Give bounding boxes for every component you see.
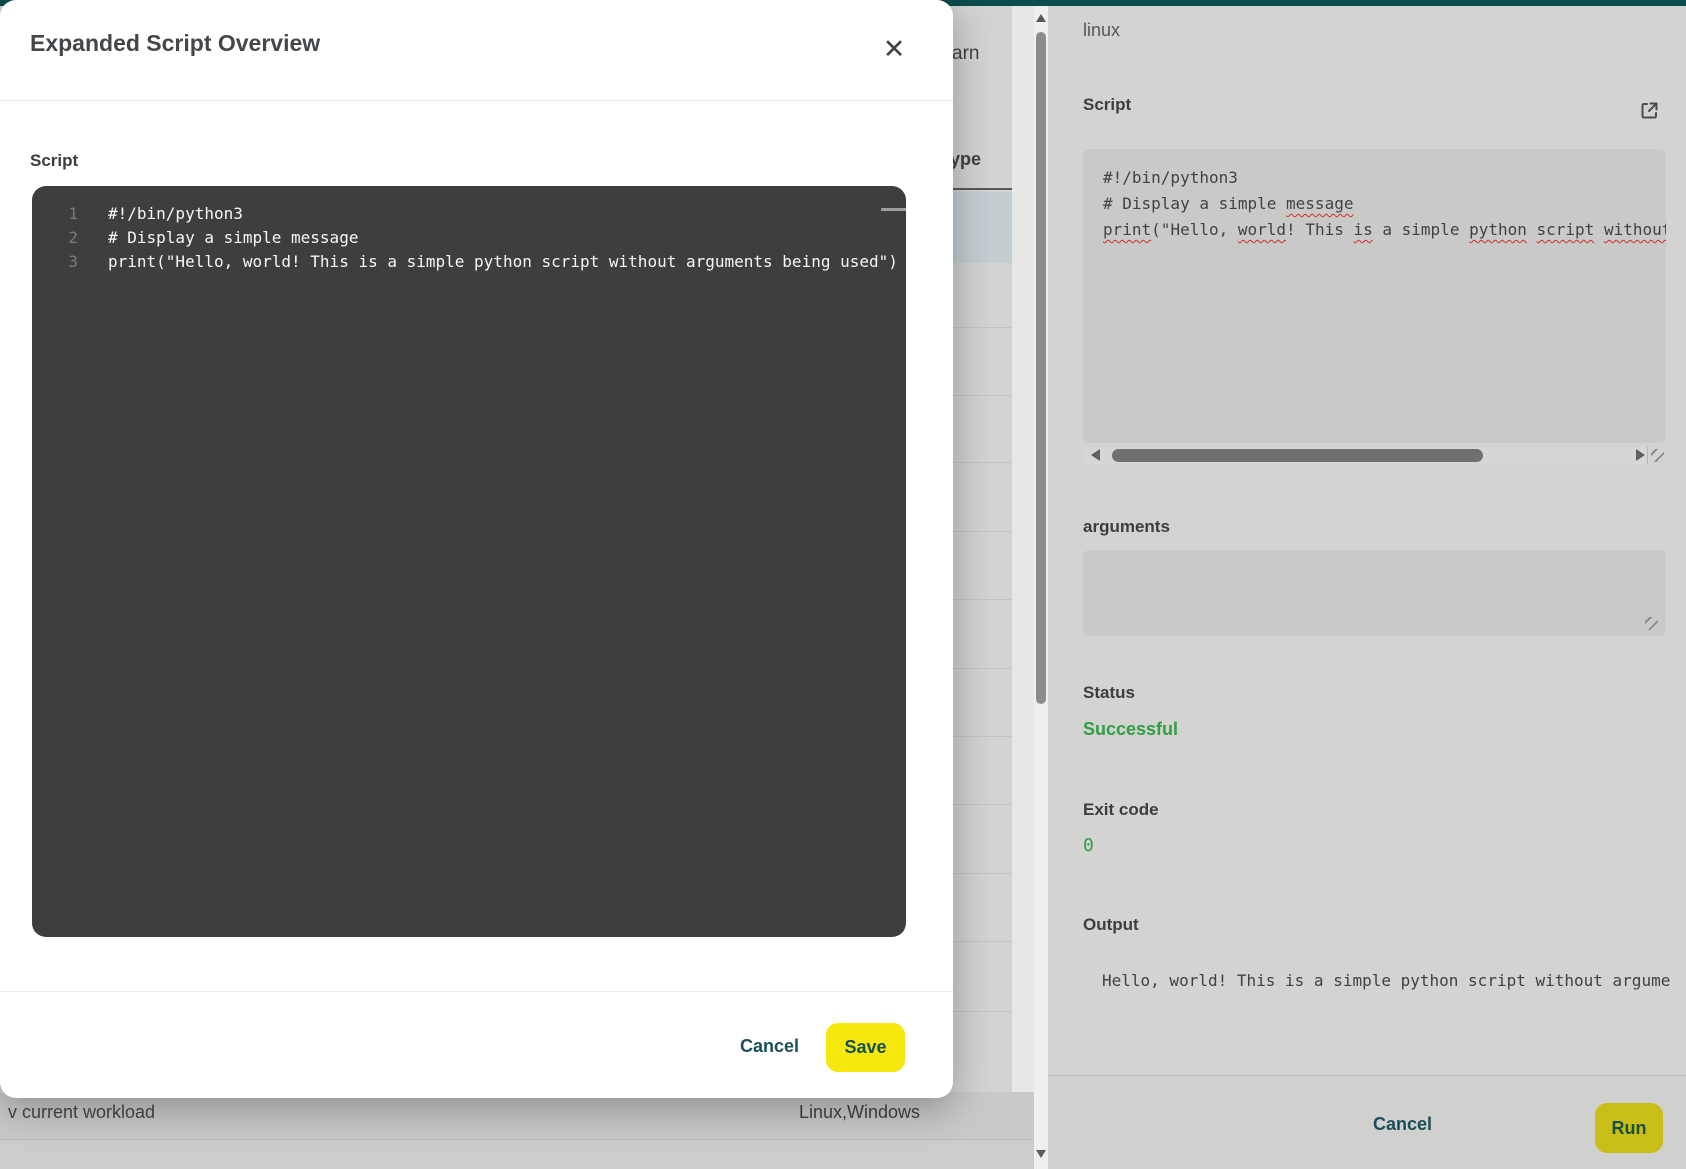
table-edge-gap: [1012, 6, 1034, 1169]
output-label: Output: [1083, 915, 1139, 935]
horizontal-scrollbar-thumb[interactable]: [1112, 449, 1483, 462]
script-detail-panel: linux Script #!/bin/python3 # Display a …: [1048, 6, 1686, 1169]
os-value: linux: [1083, 20, 1120, 41]
run-button[interactable]: Run: [1595, 1103, 1663, 1153]
scroll-left-arrow-icon[interactable]: [1091, 449, 1100, 461]
panel-footer: Cancel Run: [1048, 1076, 1686, 1169]
code-line: 3print("Hello, world! This is a simple p…: [32, 250, 906, 274]
line-number: 3: [32, 250, 78, 274]
output-text: Hello, world! This is a simple python sc…: [1102, 971, 1670, 990]
modal-header-divider: [0, 100, 953, 101]
code-line: 2# Display a simple message: [32, 226, 906, 250]
status-value: Successful: [1083, 719, 1178, 740]
modal-footer-divider: [0, 991, 953, 992]
line-number: 1: [32, 202, 78, 226]
scroll-down-arrow-icon[interactable]: [1036, 1150, 1046, 1158]
script-code-editor[interactable]: 1#!/bin/python32# Display a simple messa…: [32, 186, 906, 937]
modal-title: Expanded Script Overview: [30, 30, 320, 57]
resize-grip-icon[interactable]: [1645, 617, 1658, 630]
save-button[interactable]: Save: [826, 1023, 905, 1072]
code-text: #!/bin/python3: [78, 202, 243, 226]
status-label: Status: [1083, 683, 1135, 703]
exit-code-label: Exit code: [1083, 800, 1159, 820]
resize-grip-icon[interactable]: [1651, 449, 1664, 462]
screen: arn ype v current workload Linux,Windows…: [0, 0, 1686, 1169]
page-vertical-scrollbar[interactable]: [1034, 6, 1048, 1169]
exit-code-value: 0: [1083, 835, 1094, 856]
script-horizontal-scrollbar[interactable]: [1083, 447, 1649, 464]
external-link-icon[interactable]: [1640, 101, 1659, 120]
table-cell-os-types: Linux,Windows: [799, 1102, 920, 1123]
line-number: 2: [32, 226, 78, 250]
panel-cancel-button[interactable]: Cancel: [1373, 1114, 1432, 1135]
code-line: 1#!/bin/python3: [32, 202, 906, 226]
arguments-textarea[interactable]: [1083, 550, 1666, 636]
editor-scrollbar-thumb[interactable]: [881, 208, 906, 211]
table-column-header-type: ype: [950, 149, 981, 170]
vertical-scrollbar-thumb[interactable]: [1036, 32, 1046, 704]
modal-script-label: Script: [30, 151, 78, 171]
panel-script-textarea[interactable]: #!/bin/python3 # Display a simple messag…: [1083, 149, 1666, 443]
code-text: print("Hello, world! This is a simple py…: [78, 250, 898, 274]
modal-cancel-button[interactable]: Cancel: [740, 1036, 799, 1057]
scrollbar-corner-divider: [1647, 447, 1648, 464]
arguments-label: arguments: [1083, 517, 1170, 537]
scroll-up-arrow-icon[interactable]: [1036, 14, 1046, 22]
panel-script-label: Script: [1083, 95, 1131, 115]
table-cell-workload: v current workload: [8, 1102, 155, 1123]
scroll-right-arrow-icon[interactable]: [1636, 449, 1645, 461]
partial-learn-link[interactable]: arn: [952, 43, 979, 65]
expanded-script-overview-modal: Expanded Script Overview ✕ Script 1#!/bi…: [0, 0, 953, 1098]
close-icon[interactable]: ✕: [878, 33, 910, 65]
code-text: # Display a simple message: [78, 226, 358, 250]
background-next-row: [0, 1139, 1034, 1169]
